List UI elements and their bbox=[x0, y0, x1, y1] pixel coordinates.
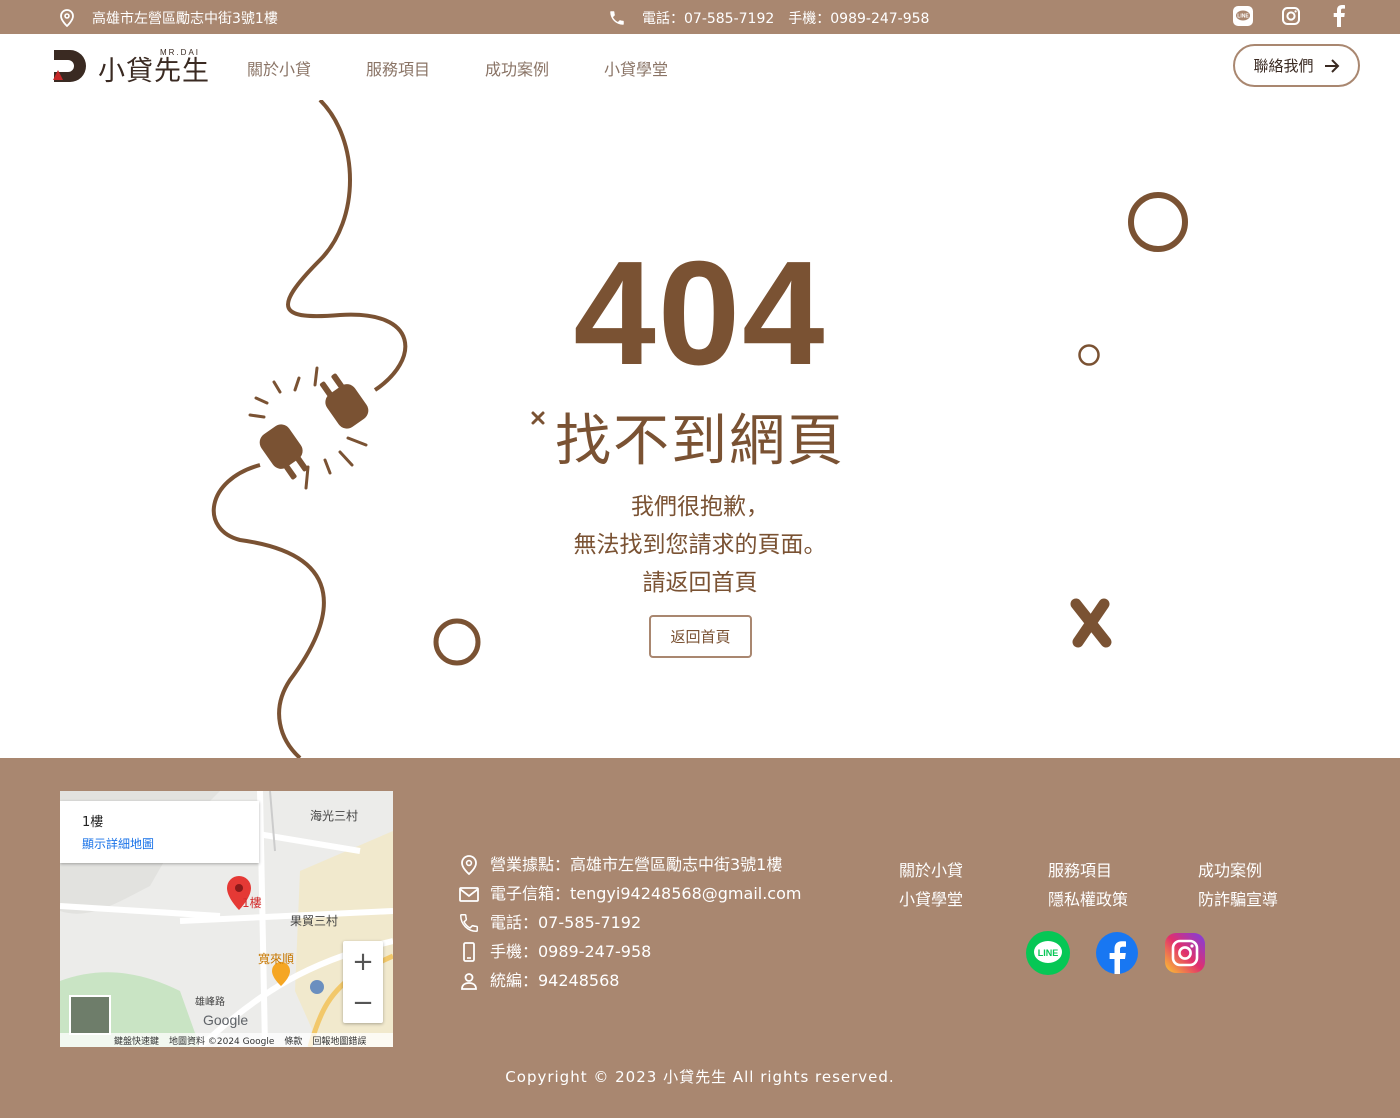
contact-info: 營業據點：高雄市左營區勵志中街3號1樓 電子信箱：tengyi94248568@… bbox=[458, 850, 801, 995]
footer-links-col-1: 關於小貸 小貸學堂 bbox=[899, 856, 963, 914]
map-place-name: 1樓 bbox=[82, 815, 104, 830]
error-code: 404 bbox=[573, 231, 827, 396]
topbar-address: 高雄市左營區勵志中街3號1樓 bbox=[56, 7, 278, 29]
map-label: 雄峰路 bbox=[195, 997, 225, 1008]
nav-item-about[interactable]: 關於小貸 bbox=[247, 56, 311, 80]
person-icon bbox=[461, 972, 477, 990]
error-message: 我們很抱歉， 無法找到您請求的頁面。 請返回首頁 bbox=[0, 488, 1400, 602]
info-email-text[interactable]: 電子信箱：tengyi94248568@gmail.com bbox=[490, 879, 801, 908]
info-taxid-text: 統編：94248568 bbox=[490, 971, 620, 990]
location-icon bbox=[461, 854, 477, 875]
footer-link-cases[interactable]: 成功案例 bbox=[1198, 856, 1278, 885]
zoom-out-button[interactable]: − bbox=[343, 982, 383, 1023]
footer-link-academy[interactable]: 小貸學堂 bbox=[899, 885, 963, 914]
footer-links-col-3: 成功案例 防詐騙宣導 bbox=[1198, 856, 1278, 914]
info-row-mobile: 手機：0989-247-958 bbox=[458, 937, 801, 966]
map-label: 果貿三村 bbox=[290, 914, 339, 928]
footer-link-antifraud[interactable]: 防詐騙宣導 bbox=[1198, 885, 1278, 914]
footer-link-services[interactable]: 服務項目 bbox=[1048, 856, 1128, 885]
line-icon[interactable]: LINE bbox=[1232, 5, 1254, 27]
message-line-2: 無法找到您請求的頁面。 bbox=[573, 532, 827, 558]
small-circle-decoration bbox=[1078, 344, 1100, 366]
info-address-text: 營業據點：高雄市左營區勵志中街3號1樓 bbox=[490, 855, 783, 874]
x-decoration bbox=[1070, 598, 1112, 648]
facebook-icon[interactable] bbox=[1096, 932, 1138, 974]
info-phone-text[interactable]: 電話：07-585-7192 bbox=[490, 908, 641, 937]
nav-item-services[interactable]: 服務項目 bbox=[366, 56, 430, 80]
site-header: 小貸先生 MR.DAI 關於小貸 服務項目 成功案例 小貸學堂 聯絡我們 bbox=[0, 34, 1400, 100]
top-bar: 高雄市左營區勵志中街3號1樓 電話：07-585-7192 手機：0989-24… bbox=[0, 0, 1400, 34]
not-found-title: 找不到網頁 bbox=[555, 409, 845, 474]
message-line-1: 我們很抱歉， bbox=[631, 494, 769, 520]
logo-subtitle: MR.DAI bbox=[160, 48, 200, 57]
svg-text:LINE: LINE bbox=[1038, 948, 1059, 958]
embedded-map[interactable]: 1樓 顯示詳細地圖 海光三村 1樓 果貿三村 寬來順 雄峰路 Google + … bbox=[60, 791, 393, 1047]
map-info-card: 1樓 顯示詳細地圖 bbox=[60, 801, 259, 863]
facebook-icon[interactable] bbox=[1328, 5, 1350, 27]
zoom-in-button[interactable]: + bbox=[343, 941, 383, 982]
info-row-address: 營業據點：高雄市左營區勵志中街3號1樓 bbox=[458, 850, 801, 879]
nav-item-cases[interactable]: 成功案例 bbox=[485, 56, 549, 80]
map-footer: 鍵盤快速鍵 地圖資料 ©2024 Google 條款 回報地圖錯誤 bbox=[60, 1033, 393, 1047]
error-section: 404 找不到網頁 我們很抱歉， 無法找到您請求的頁面。 請返回首頁 返回首頁 bbox=[0, 100, 1400, 758]
instagram-icon[interactable] bbox=[1164, 932, 1206, 974]
copyright-text: Copyright © 2023 小貸先生 All rights reserve… bbox=[505, 1068, 895, 1086]
topbar-socials: LINE bbox=[1232, 5, 1350, 27]
medium-circle-decoration bbox=[433, 618, 481, 666]
map-label: 寬來順 bbox=[258, 952, 295, 966]
instagram-icon[interactable] bbox=[1280, 5, 1302, 27]
info-row-email: 電子信箱：tengyi94248568@gmail.com bbox=[458, 879, 801, 908]
arrow-right-icon bbox=[1324, 58, 1339, 73]
footer-links-col-2: 服務項目 隱私權政策 bbox=[1048, 856, 1128, 914]
map-footer-link[interactable]: 鍵盤快速鍵 bbox=[114, 1034, 159, 1047]
map-label: 海光三村 bbox=[310, 809, 359, 823]
phone-icon bbox=[606, 7, 628, 29]
footer-link-about[interactable]: 關於小貸 bbox=[899, 856, 963, 885]
mobile-icon bbox=[463, 941, 475, 962]
phone-icon bbox=[460, 913, 478, 932]
back-home-button[interactable]: 返回首頁 bbox=[649, 615, 752, 658]
info-row-taxid: 統編：94248568 bbox=[458, 966, 801, 995]
map-zoom-controls: + − bbox=[343, 941, 383, 1023]
site-logo[interactable]: 小貸先生 MR.DAI bbox=[52, 46, 210, 87]
map-footer-link: 地圖資料 ©2024 Google bbox=[169, 1036, 275, 1047]
map-details-link[interactable]: 顯示詳細地圖 bbox=[82, 835, 154, 852]
message-line-3: 請返回首頁 bbox=[642, 570, 758, 596]
nav-item-academy[interactable]: 小貸學堂 bbox=[604, 56, 668, 80]
location-icon bbox=[56, 7, 78, 29]
line-icon[interactable]: LINE bbox=[1026, 931, 1070, 975]
map-footer-link[interactable]: 條款 bbox=[284, 1034, 302, 1047]
topbar-phone: 電話：07-585-7192 手機：0989-247-958 bbox=[606, 7, 929, 29]
contact-us-button[interactable]: 聯絡我們 bbox=[1233, 44, 1360, 87]
map-footer-link[interactable]: 回報地圖錯誤 bbox=[312, 1034, 366, 1047]
contact-us-label: 聯絡我們 bbox=[1253, 57, 1314, 75]
footer-socials: LINE bbox=[1026, 931, 1206, 975]
site-footer: 1樓 顯示詳細地圖 海光三村 1樓 果貿三村 寬來順 雄峰路 Google + … bbox=[0, 758, 1400, 1118]
svg-text:LINE: LINE bbox=[1237, 14, 1249, 20]
logo-mark-icon bbox=[53, 50, 86, 82]
map-pin-label: 1樓 bbox=[242, 896, 262, 910]
topbar-address-text: 高雄市左營區勵志中街3號1樓 bbox=[92, 11, 278, 27]
footer-link-privacy[interactable]: 隱私權政策 bbox=[1048, 885, 1128, 914]
google-logo: Google bbox=[203, 1012, 249, 1028]
mail-icon bbox=[459, 886, 479, 902]
topbar-phone-text: 電話：07-585-7192 手機：0989-247-958 bbox=[642, 11, 930, 27]
info-mobile-text[interactable]: 手機：0989-247-958 bbox=[490, 937, 651, 966]
info-row-phone: 電話：07-585-7192 bbox=[458, 908, 801, 937]
large-circle-decoration bbox=[1128, 192, 1188, 252]
main-nav: 關於小貸 服務項目 成功案例 小貸學堂 bbox=[247, 56, 668, 80]
